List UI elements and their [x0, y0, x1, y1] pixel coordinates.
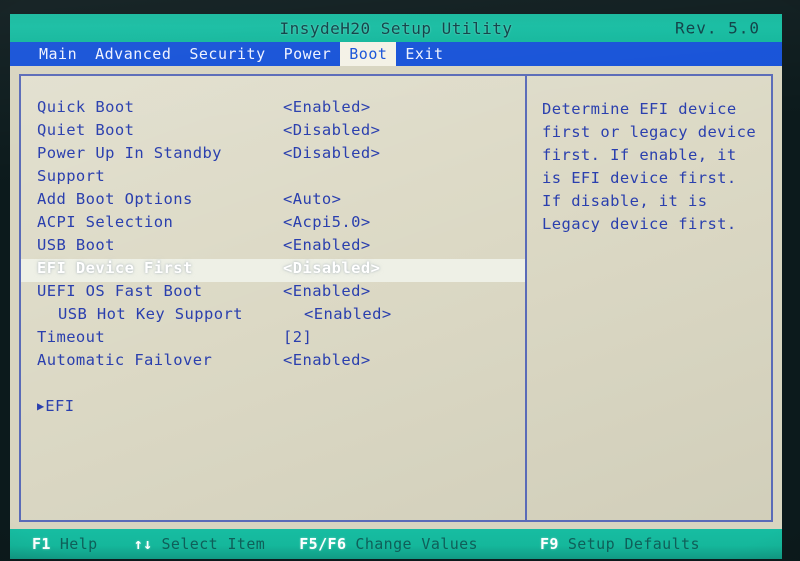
tab-advanced[interactable]: Advanced	[86, 42, 180, 66]
setting-value[interactable]: <Disabled>	[283, 259, 380, 277]
bios-screen-photo: InsydeH20 Setup Utility Rev. 5.0 Main Ad…	[0, 0, 800, 561]
footer-key-label: F9	[540, 535, 559, 553]
setting-value[interactable]: [2]	[283, 328, 312, 346]
content-panel: Quick Boot <Enabled> Quiet Boot <Disable…	[19, 74, 773, 522]
footer-key-select-item[interactable]: ↑↓ Select Item	[134, 535, 266, 553]
tab-security[interactable]: Security	[180, 42, 274, 66]
footer-key-help[interactable]: F1 Help	[32, 535, 98, 553]
help-text: Determine EFI device first or legacy dev…	[542, 100, 757, 233]
footer-key-desc: Help	[59, 535, 98, 553]
setting-row-uefi-os-fast-boot[interactable]: UEFI OS Fast Boot <Enabled>	[21, 282, 525, 305]
menu-bar: Main Advanced Security Power Boot Exit	[10, 42, 782, 66]
footer-key-change-values[interactable]: F5/F6 Change Values	[299, 535, 478, 553]
tab-exit[interactable]: Exit	[396, 42, 452, 66]
title-bar: InsydeH20 Setup Utility Rev. 5.0	[10, 14, 782, 42]
footer-key-label: F5/F6	[299, 535, 347, 553]
footer-key-desc: Change Values	[355, 535, 478, 553]
setting-value[interactable]: <Disabled>	[283, 121, 380, 139]
bios-setup-utility-window: InsydeH20 Setup Utility Rev. 5.0 Main Ad…	[10, 14, 782, 559]
setting-value[interactable]: <Enabled>	[283, 282, 371, 300]
setting-label: Power Up In Standby	[37, 144, 222, 162]
setting-label: Timeout	[37, 328, 106, 346]
setting-label: USB Boot	[37, 236, 115, 254]
setting-label: Add Boot Options	[37, 190, 193, 208]
setting-label: Quiet Boot	[37, 121, 135, 139]
submenu-item-efi[interactable]: ▶ EFI	[21, 397, 525, 420]
setting-row-efi-device-first[interactable]: EFI Device First <Disabled>	[21, 259, 525, 282]
tab-main[interactable]: Main	[30, 42, 86, 66]
revision-label: Rev. 5.0	[674, 18, 760, 38]
setting-label: Automatic Failover	[37, 351, 213, 369]
settings-list: Quick Boot <Enabled> Quiet Boot <Disable…	[21, 76, 527, 520]
setting-value[interactable]: <Acpi5.0>	[283, 213, 371, 231]
footer-key-bar: F1 Help ↑↓ Select Item F5/F6 Change Valu…	[10, 529, 782, 559]
setting-row-power-up-in-standby[interactable]: Power Up In Standby <Disabled>	[21, 144, 525, 167]
footer-key-desc: Select Item	[161, 535, 266, 553]
setting-value[interactable]: <Auto>	[283, 190, 341, 208]
setting-label: EFI Device First	[37, 259, 193, 277]
updown-arrow-icon: ↑↓	[133, 535, 153, 553]
setting-value[interactable]: <Enabled>	[283, 236, 371, 254]
footer-key-label: F1	[32, 535, 51, 553]
setting-label: UEFI OS Fast Boot	[37, 282, 203, 300]
setting-row-acpi-selection[interactable]: ACPI Selection <Acpi5.0>	[21, 213, 525, 236]
setting-row-quiet-boot[interactable]: Quiet Boot <Disabled>	[21, 121, 525, 144]
setting-value[interactable]: <Disabled>	[283, 144, 380, 162]
setting-label: USB Hot Key Support	[58, 305, 243, 323]
tab-power[interactable]: Power	[275, 42, 341, 66]
right-triangle-icon: ▶	[37, 399, 45, 413]
help-pane: Determine EFI device first or legacy dev…	[527, 76, 771, 520]
setting-row-support-continuation: Support	[21, 167, 525, 190]
body-frame: Quick Boot <Enabled> Quiet Boot <Disable…	[10, 66, 782, 529]
setting-row-add-boot-options[interactable]: Add Boot Options <Auto>	[21, 190, 525, 213]
setting-row-automatic-failover[interactable]: Automatic Failover <Enabled>	[21, 351, 525, 374]
tab-boot[interactable]: Boot	[340, 42, 397, 66]
setting-row-usb-hot-key-support[interactable]: USB Hot Key Support <Enabled>	[21, 305, 525, 328]
setting-row-quick-boot[interactable]: Quick Boot <Enabled>	[21, 98, 525, 121]
footer-key-desc: Setup Defaults	[567, 535, 700, 553]
submenu-label: EFI	[45, 397, 75, 415]
setting-value[interactable]: <Enabled>	[283, 351, 371, 369]
setting-value[interactable]: <Enabled>	[304, 305, 392, 323]
setting-label: Quick Boot	[37, 98, 135, 116]
setting-value[interactable]: <Enabled>	[283, 98, 371, 116]
setting-label: ACPI Selection	[37, 213, 174, 231]
setting-row-usb-boot[interactable]: USB Boot <Enabled>	[21, 236, 525, 259]
setting-row-timeout[interactable]: Timeout [2]	[21, 328, 525, 351]
window-title: InsydeH20 Setup Utility	[279, 18, 513, 38]
footer-key-setup-defaults[interactable]: F9 Setup Defaults	[540, 535, 700, 553]
setting-label: Support	[37, 167, 106, 185]
